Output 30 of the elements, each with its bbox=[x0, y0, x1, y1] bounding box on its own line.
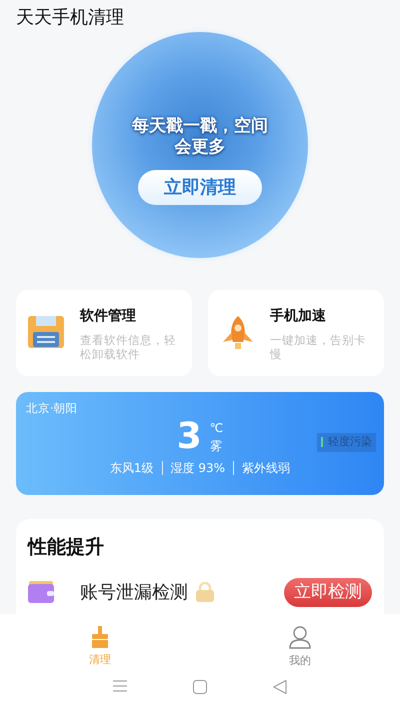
weather-detail: 紫外线弱 bbox=[233, 461, 298, 476]
feature-card[interactable]: 软件管理 查看软件信息，轻松卸载软件 bbox=[16, 290, 192, 376]
item-title: 账号泄漏检测 bbox=[80, 580, 188, 605]
weather-detail: 东风1级 bbox=[108, 461, 155, 476]
detect-now-button[interactable]: 立即检测 bbox=[284, 578, 372, 607]
feature-title: 软件管理 bbox=[80, 306, 137, 326]
home-icon[interactable] bbox=[193, 680, 207, 694]
feature-description: 一键加速，告别卡慢 bbox=[270, 332, 367, 360]
app-title: 天天手机清理 bbox=[16, 6, 124, 30]
feature-title: 手机加速 bbox=[270, 306, 327, 326]
rocket-icon bbox=[220, 315, 256, 351]
slogan-text: 每天戳一戳，空间会更多 bbox=[131, 116, 269, 158]
unit-text: ℃ bbox=[210, 420, 224, 438]
back-icon[interactable] bbox=[273, 680, 287, 694]
location-text: 北京·朝阳 bbox=[26, 400, 79, 417]
air-quality-text: 轻度污染 bbox=[328, 434, 372, 450]
person-icon bbox=[288, 624, 312, 649]
temperature-text: 3 bbox=[176, 417, 202, 458]
section-title: 性能提升 bbox=[28, 535, 105, 560]
clean-now-button[interactable]: 立即清理 bbox=[138, 170, 262, 204]
weather-condition: 雾 bbox=[210, 438, 222, 456]
feature-description: 查看软件信息，轻松卸载软件 bbox=[80, 332, 177, 360]
menu-icon[interactable] bbox=[113, 680, 127, 692]
broom-icon bbox=[89, 626, 111, 648]
tab-button[interactable]: 我的 bbox=[200, 614, 400, 680]
weather-detail: 湿度 93% bbox=[162, 461, 234, 476]
tab-button[interactable]: 清理 bbox=[0, 614, 200, 680]
air-quality-indicator bbox=[321, 437, 323, 448]
feature-card[interactable]: 手机加速 一键加速，告别卡慢 bbox=[208, 290, 384, 376]
wallet-icon bbox=[28, 581, 56, 604]
